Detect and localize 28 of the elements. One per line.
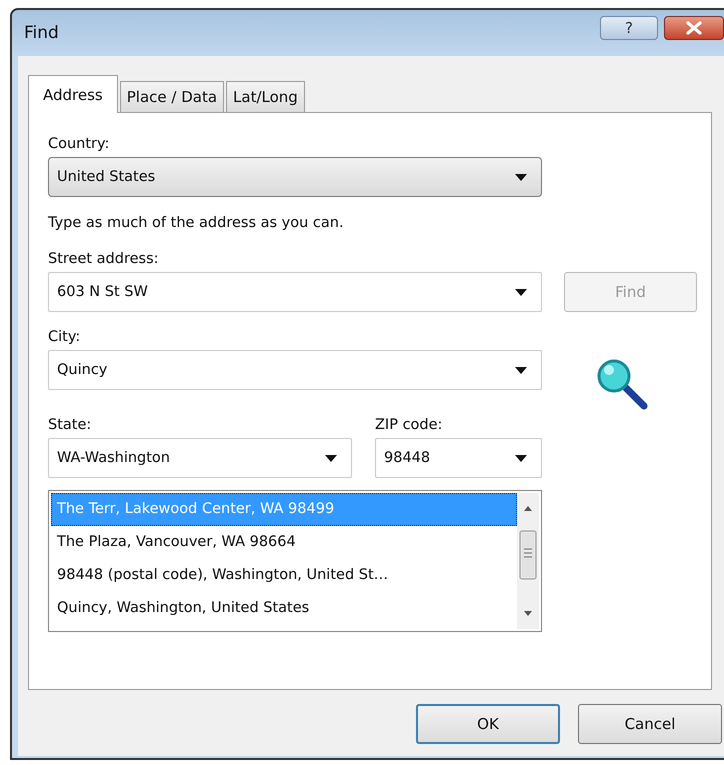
tab[interactable]: Lat/Long — [226, 81, 305, 112]
street-address-combobox[interactable]: 603 N St SW — [48, 272, 542, 312]
dropdown-arrow-icon — [515, 366, 527, 374]
dropdown-arrow-icon — [515, 454, 527, 462]
tab[interactable]: Address — [28, 75, 118, 113]
list-item[interactable]: Quincy, Washington, United States — [51, 592, 517, 625]
tab[interactable]: Place / Data — [120, 81, 224, 112]
city-combobox[interactable]: Quincy — [48, 350, 542, 390]
dropdown-arrow-icon — [515, 174, 527, 180]
dropdown-arrow-icon — [325, 454, 337, 462]
field-label: ZIP code: — [375, 416, 444, 435]
field-label: Country: — [48, 135, 110, 154]
window-title: Find — [24, 23, 59, 43]
dialog-button[interactable]: Cancel — [578, 704, 722, 744]
list-item[interactable]: 98448 (postal code), Washington, United St… — [51, 559, 517, 592]
list-item[interactable]: The Plaza, Vancouver, WA 98664 — [51, 526, 517, 559]
country-dropdown[interactable]: United States — [48, 157, 542, 197]
dropdown-arrow-icon — [515, 288, 527, 296]
field-label: State: — [48, 416, 92, 435]
close-icon — [685, 21, 703, 35]
instruction-text: Type as much of the address as you can. — [48, 215, 345, 231]
close-button[interactable] — [664, 16, 724, 40]
zip-combobox[interactable]: 98448 — [375, 438, 542, 478]
help-button[interactable]: ? — [600, 16, 658, 40]
dialog-button[interactable]: OK — [416, 704, 560, 744]
field-label: Street address: — [48, 250, 160, 269]
field-label: City: — [48, 328, 82, 347]
state-combobox[interactable]: WA-Washington — [48, 438, 352, 478]
